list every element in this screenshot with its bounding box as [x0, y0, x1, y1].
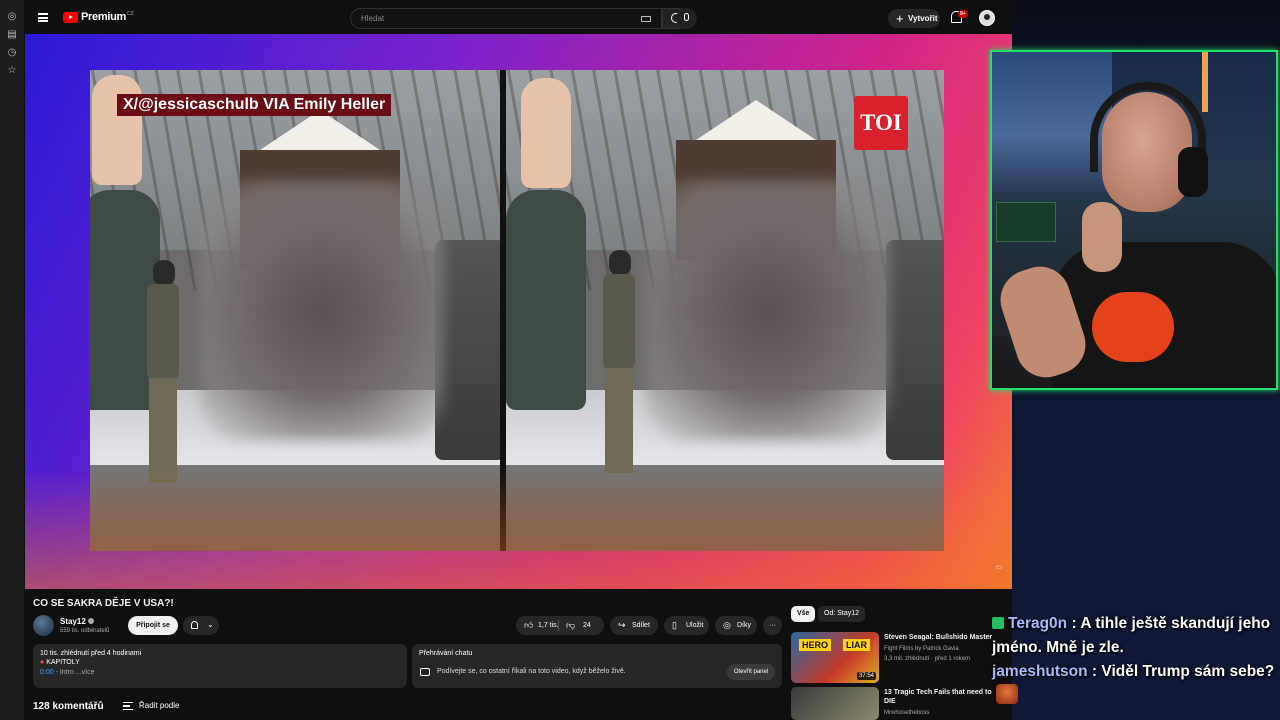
thumbs-up-icon[interactable]: 👍︎: [524, 616, 533, 635]
bookmark-save-icon: ▯: [672, 620, 677, 630]
search-placeholder: Hledat: [361, 14, 385, 23]
tabs-icon[interactable]: ▤: [6, 29, 18, 41]
like-count[interactable]: 1,7 tis.: [538, 616, 559, 635]
video-player[interactable]: X/@jessicaschulb VIA Emily Heller TOI ▭: [25, 34, 1012, 589]
thanks-label: Díky: [737, 622, 751, 629]
save-button[interactable]: ▯ Uložit: [664, 616, 709, 635]
more-actions-button[interactable]: ···: [763, 616, 782, 635]
notification-bell-button[interactable]: ⌄: [183, 616, 219, 635]
stream-chat-overlay: Terag0n : A tihle ještě skandují jeho jm…: [992, 612, 1277, 708]
toi-logo: TOI: [854, 96, 908, 150]
video-title: CO SE SAKRA DĚJE V USA?!: [33, 598, 174, 609]
rec-meta-1: 3,3 mil. zhlédnutí · před 1 rokem: [884, 656, 971, 662]
chip-all[interactable]: Vše: [791, 606, 816, 622]
plus-icon: +: [896, 11, 904, 26]
chat-username: jameshutson: [992, 663, 1088, 680]
channel-avatar[interactable]: [33, 615, 54, 636]
share-button[interactable]: ↪ Sdílet: [610, 616, 658, 635]
rec-channel-2[interactable]: Mrwhosetheboss: [884, 710, 994, 716]
channel-name[interactable]: Stay12: [60, 617, 94, 626]
sort-button[interactable]: Řadit podle: [139, 701, 179, 710]
chat-replay-box: Přehrávání chatu Podívejte se, co ostatn…: [412, 644, 782, 688]
video-frame-right: TOI: [506, 70, 944, 551]
search-input[interactable]: Hledat: [350, 8, 662, 29]
chat-icon: [420, 668, 430, 676]
timestamp-link[interactable]: 0:00: [40, 669, 54, 676]
rec-thumbnail-2[interactable]: [791, 687, 879, 720]
join-button[interactable]: Připojit se: [128, 616, 178, 635]
video-duration: 37:54: [856, 672, 876, 680]
channel-name-text[interactable]: Stay12: [60, 617, 86, 626]
description-box[interactable]: 10 tis. zhlédnutí před 4 hodinami ● KAPI…: [33, 644, 407, 688]
microphone-icon: [684, 13, 689, 21]
view-meta: 10 tis. zhlédnutí před 4 hodinami: [40, 650, 142, 657]
rec-title-2[interactable]: 13 Tragic Tech Fails that need to DIE: [884, 688, 994, 706]
shirt-print: [1092, 292, 1174, 362]
background-monitor: [996, 202, 1056, 242]
chat-username: Terag0n: [1008, 615, 1068, 632]
subscriber-count: 559 tis. odběratelů: [60, 628, 110, 634]
create-button[interactable]: + Vytvořit: [888, 9, 940, 28]
thanks-icon: ◎: [723, 620, 731, 630]
chat-replay-title: Přehrávání chatu: [419, 650, 473, 657]
share-icon: ↪: [618, 620, 626, 630]
source-watermark: X/@jessicaschulb VIA Emily Heller: [117, 94, 392, 116]
like-divider: [558, 620, 559, 631]
rec-thumbnail-1[interactable]: HERO LIAR 37:54: [791, 632, 879, 683]
channel-watermark-icon[interactable]: ▭: [995, 563, 1002, 571]
notification-badge: 9+: [958, 10, 968, 18]
dislike-count[interactable]: 24: [583, 616, 591, 635]
description-line: 0:00 - Intro ...více: [40, 669, 400, 676]
thanks-button[interactable]: ◎ Díky: [715, 616, 757, 635]
share-label: Sdílet: [632, 622, 650, 629]
top-bar: Premium CZ Hledat + Vytvořit 9+: [24, 0, 1012, 36]
chat-emote-icon: [996, 684, 1018, 704]
save-label: Uložit: [686, 622, 704, 629]
thumb-text-hero: HERO: [799, 639, 832, 651]
youtube-window: Premium CZ Hledat + Vytvořit 9+ X/@jessi…: [24, 0, 1012, 720]
description-rest[interactable]: - Intro ...více: [54, 669, 95, 676]
chevron-down-icon: ⌄: [207, 620, 214, 629]
verified-icon: [87, 618, 94, 624]
thumb-text-liar: LIAR: [843, 639, 870, 651]
comments-count: 128 komentářů: [33, 701, 104, 712]
sort-icon[interactable]: [123, 702, 133, 710]
logo-region: CZ: [126, 11, 134, 17]
open-panel-button[interactable]: Otevřít panel: [727, 664, 775, 680]
webcam-overlay: [990, 50, 1278, 390]
chat-text: Viděl Trump sám sebe?: [1101, 663, 1275, 680]
streamer-hand: [1082, 202, 1122, 272]
account-avatar[interactable]: [979, 10, 995, 26]
bell-icon: [191, 621, 198, 629]
chip-from-channel[interactable]: Od: Stay12: [818, 606, 866, 622]
menu-icon[interactable]: [38, 13, 48, 22]
chapters-label: ● KAPITOLY: [40, 659, 400, 666]
logo-text: Premium: [81, 11, 126, 23]
youtube-play-icon: [63, 11, 78, 23]
thumbs-down-icon[interactable]: 👎︎: [566, 616, 575, 635]
youtube-logo[interactable]: Premium CZ: [63, 11, 134, 23]
background-light: [1202, 52, 1208, 112]
voice-search-button[interactable]: [676, 8, 697, 29]
chat-message: jameshutson : Viděl Trump sám sebe?: [992, 660, 1277, 708]
browser-sidebar: ◎ ▤ ◷ ☆: [0, 0, 24, 720]
keyboard-icon[interactable]: [641, 16, 651, 22]
bookmark-icon[interactable]: ☆: [6, 65, 18, 77]
chat-badge-icon: [992, 617, 1004, 629]
browser-logo-icon[interactable]: ◎: [6, 11, 18, 23]
chat-message: Terag0n : A tihle ještě skandují jeho jm…: [992, 615, 1271, 656]
history-icon[interactable]: ◷: [6, 47, 18, 59]
headset-earcup: [1178, 147, 1208, 197]
like-dislike-group: 👍︎ 1,7 tis. 👎︎ 24: [516, 616, 604, 635]
video-frame-left: X/@jessicaschulb VIA Emily Heller: [90, 70, 500, 551]
create-label: Vytvořit: [908, 14, 938, 23]
chat-replay-description: Podívejte se, co ostatní říkali na toto …: [437, 668, 626, 675]
rec-title-1[interactable]: Steven Seagal: Bullshido Master: [884, 633, 994, 642]
rec-channel-1[interactable]: Fight Films by Patrick Gavia: [884, 646, 994, 652]
chapters-text: KAPITOLY: [46, 659, 80, 666]
